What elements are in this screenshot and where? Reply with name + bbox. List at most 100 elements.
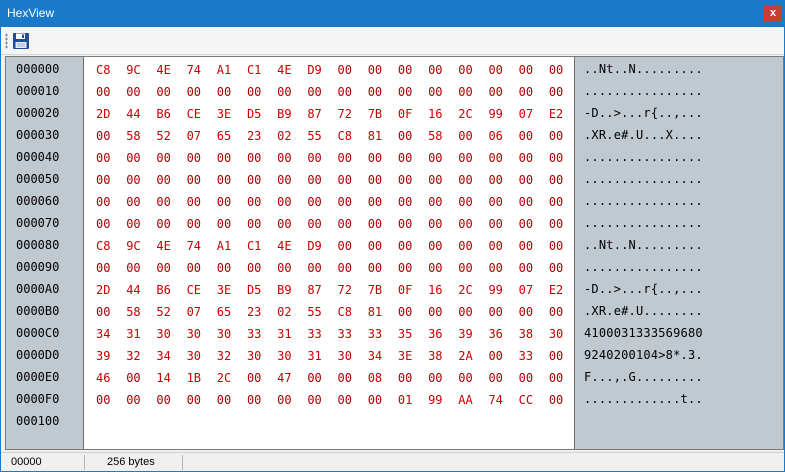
hex-byte[interactable]: 00 — [458, 125, 488, 147]
hex-byte[interactable]: 00 — [368, 389, 398, 411]
hex-byte[interactable]: C1 — [247, 59, 277, 81]
hex-byte[interactable]: 65 — [217, 125, 247, 147]
hex-byte[interactable]: B9 — [277, 279, 307, 301]
hex-byte[interactable]: 00 — [217, 169, 247, 191]
hex-byte[interactable]: 0F — [398, 103, 428, 125]
hex-byte[interactable]: 30 — [187, 345, 217, 367]
hex-byte[interactable]: 47 — [277, 367, 307, 389]
hex-byte[interactable]: 00 — [549, 59, 579, 81]
hex-byte[interactable]: 00 — [307, 367, 337, 389]
hex-byte[interactable]: 00 — [187, 389, 217, 411]
hex-byte[interactable]: 00 — [126, 81, 156, 103]
hex-byte[interactable]: 00 — [398, 213, 428, 235]
hex-byte[interactable]: CE — [187, 103, 217, 125]
hex-byte[interactable]: 23 — [247, 125, 277, 147]
hex-byte[interactable]: 31 — [126, 323, 156, 345]
hex-byte[interactable]: 33 — [368, 323, 398, 345]
hex-byte[interactable]: 39 — [96, 345, 126, 367]
hex-byte[interactable]: 32 — [217, 345, 247, 367]
hex-byte[interactable]: 00 — [338, 191, 368, 213]
hex-byte[interactable]: 00 — [488, 301, 518, 323]
hex-byte[interactable]: 00 — [96, 147, 126, 169]
hex-byte[interactable]: 99 — [428, 389, 458, 411]
ascii-row[interactable]: .............t.. — [584, 388, 703, 410]
hex-byte[interactable]: 00 — [277, 147, 307, 169]
hex-byte[interactable]: 07 — [519, 279, 549, 301]
hex-byte[interactable]: 99 — [488, 103, 518, 125]
hex-byte[interactable]: 72 — [338, 279, 368, 301]
hex-byte[interactable]: 3E — [217, 103, 247, 125]
hex-byte[interactable]: 00 — [549, 169, 579, 191]
hex-byte[interactable]: B6 — [156, 279, 186, 301]
hex-byte[interactable]: 00 — [338, 389, 368, 411]
hex-byte[interactable]: 00 — [428, 235, 458, 257]
hex-byte[interactable]: 00 — [187, 147, 217, 169]
hex-byte[interactable]: 00 — [247, 213, 277, 235]
hex-byte[interactable]: 00 — [549, 389, 579, 411]
hex-byte[interactable]: 00 — [549, 213, 579, 235]
hex-byte[interactable]: 00 — [488, 191, 518, 213]
hex-byte[interactable]: 00 — [488, 59, 518, 81]
hex-byte[interactable]: 44 — [126, 103, 156, 125]
hex-byte[interactable]: A1 — [217, 59, 247, 81]
hex-byte[interactable]: 52 — [156, 125, 186, 147]
hex-byte[interactable]: 00 — [368, 59, 398, 81]
hex-byte[interactable]: 00 — [428, 191, 458, 213]
hex-byte[interactable]: 00 — [187, 191, 217, 213]
hex-byte[interactable]: 99 — [488, 279, 518, 301]
hex-byte[interactable]: C8 — [96, 235, 126, 257]
hex-byte[interactable]: CC — [519, 389, 549, 411]
hex-byte[interactable]: 00 — [96, 169, 126, 191]
hex-byte[interactable]: 58 — [126, 125, 156, 147]
hex-byte[interactable]: 00 — [96, 257, 126, 279]
hex-byte[interactable]: 02 — [277, 125, 307, 147]
hex-byte[interactable]: 30 — [156, 323, 186, 345]
hex-byte[interactable]: 00 — [458, 169, 488, 191]
hex-byte[interactable]: 44 — [126, 279, 156, 301]
hex-byte[interactable]: 4E — [277, 59, 307, 81]
hex-byte[interactable]: 00 — [338, 147, 368, 169]
hex-byte[interactable]: 9C — [126, 235, 156, 257]
hex-byte[interactable]: 00 — [247, 169, 277, 191]
hex-byte[interactable]: 55 — [307, 301, 337, 323]
hex-byte[interactable]: 00 — [126, 191, 156, 213]
hex-byte[interactable]: 7B — [368, 279, 398, 301]
hex-byte[interactable]: 1B — [187, 367, 217, 389]
hex-byte[interactable]: 00 — [126, 389, 156, 411]
hex-byte[interactable]: 00 — [307, 389, 337, 411]
hex-byte[interactable]: 0F — [398, 279, 428, 301]
hex-byte[interactable]: C8 — [338, 301, 368, 323]
hex-byte[interactable]: 06 — [488, 125, 518, 147]
hex-byte[interactable]: 72 — [338, 103, 368, 125]
hex-byte[interactable]: 00 — [307, 213, 337, 235]
hex-byte[interactable]: 58 — [126, 301, 156, 323]
hex-byte[interactable]: 00 — [217, 213, 247, 235]
hex-byte[interactable]: 33 — [338, 323, 368, 345]
hex-byte[interactable]: 00 — [549, 345, 579, 367]
hex-byte[interactable]: 00 — [519, 169, 549, 191]
hex-byte[interactable]: 00 — [458, 191, 488, 213]
hex-byte[interactable]: 00 — [488, 169, 518, 191]
hex-byte[interactable]: 00 — [126, 213, 156, 235]
hex-byte[interactable]: 87 — [307, 103, 337, 125]
hex-byte[interactable]: 00 — [307, 191, 337, 213]
hex-byte[interactable]: 00 — [398, 191, 428, 213]
hex-byte[interactable]: 00 — [187, 81, 217, 103]
hex-byte[interactable]: 38 — [519, 323, 549, 345]
hex-byte[interactable]: 36 — [488, 323, 518, 345]
hex-byte[interactable]: 33 — [307, 323, 337, 345]
hex-byte[interactable]: 2C — [458, 103, 488, 125]
hex-byte[interactable]: 30 — [187, 323, 217, 345]
hex-byte[interactable]: 33 — [519, 345, 549, 367]
hex-byte[interactable]: 30 — [247, 345, 277, 367]
hex-byte[interactable]: 00 — [307, 169, 337, 191]
hex-byte[interactable]: 00 — [217, 257, 247, 279]
hex-byte[interactable]: 00 — [519, 257, 549, 279]
hex-byte[interactable]: 52 — [156, 301, 186, 323]
hex-byte[interactable]: 65 — [217, 301, 247, 323]
hex-byte[interactable]: 00 — [519, 191, 549, 213]
hex-byte[interactable]: 00 — [96, 389, 126, 411]
hex-byte[interactable]: 00 — [549, 81, 579, 103]
hex-byte[interactable]: 00 — [368, 81, 398, 103]
ascii-row[interactable]: ................ — [584, 256, 703, 278]
